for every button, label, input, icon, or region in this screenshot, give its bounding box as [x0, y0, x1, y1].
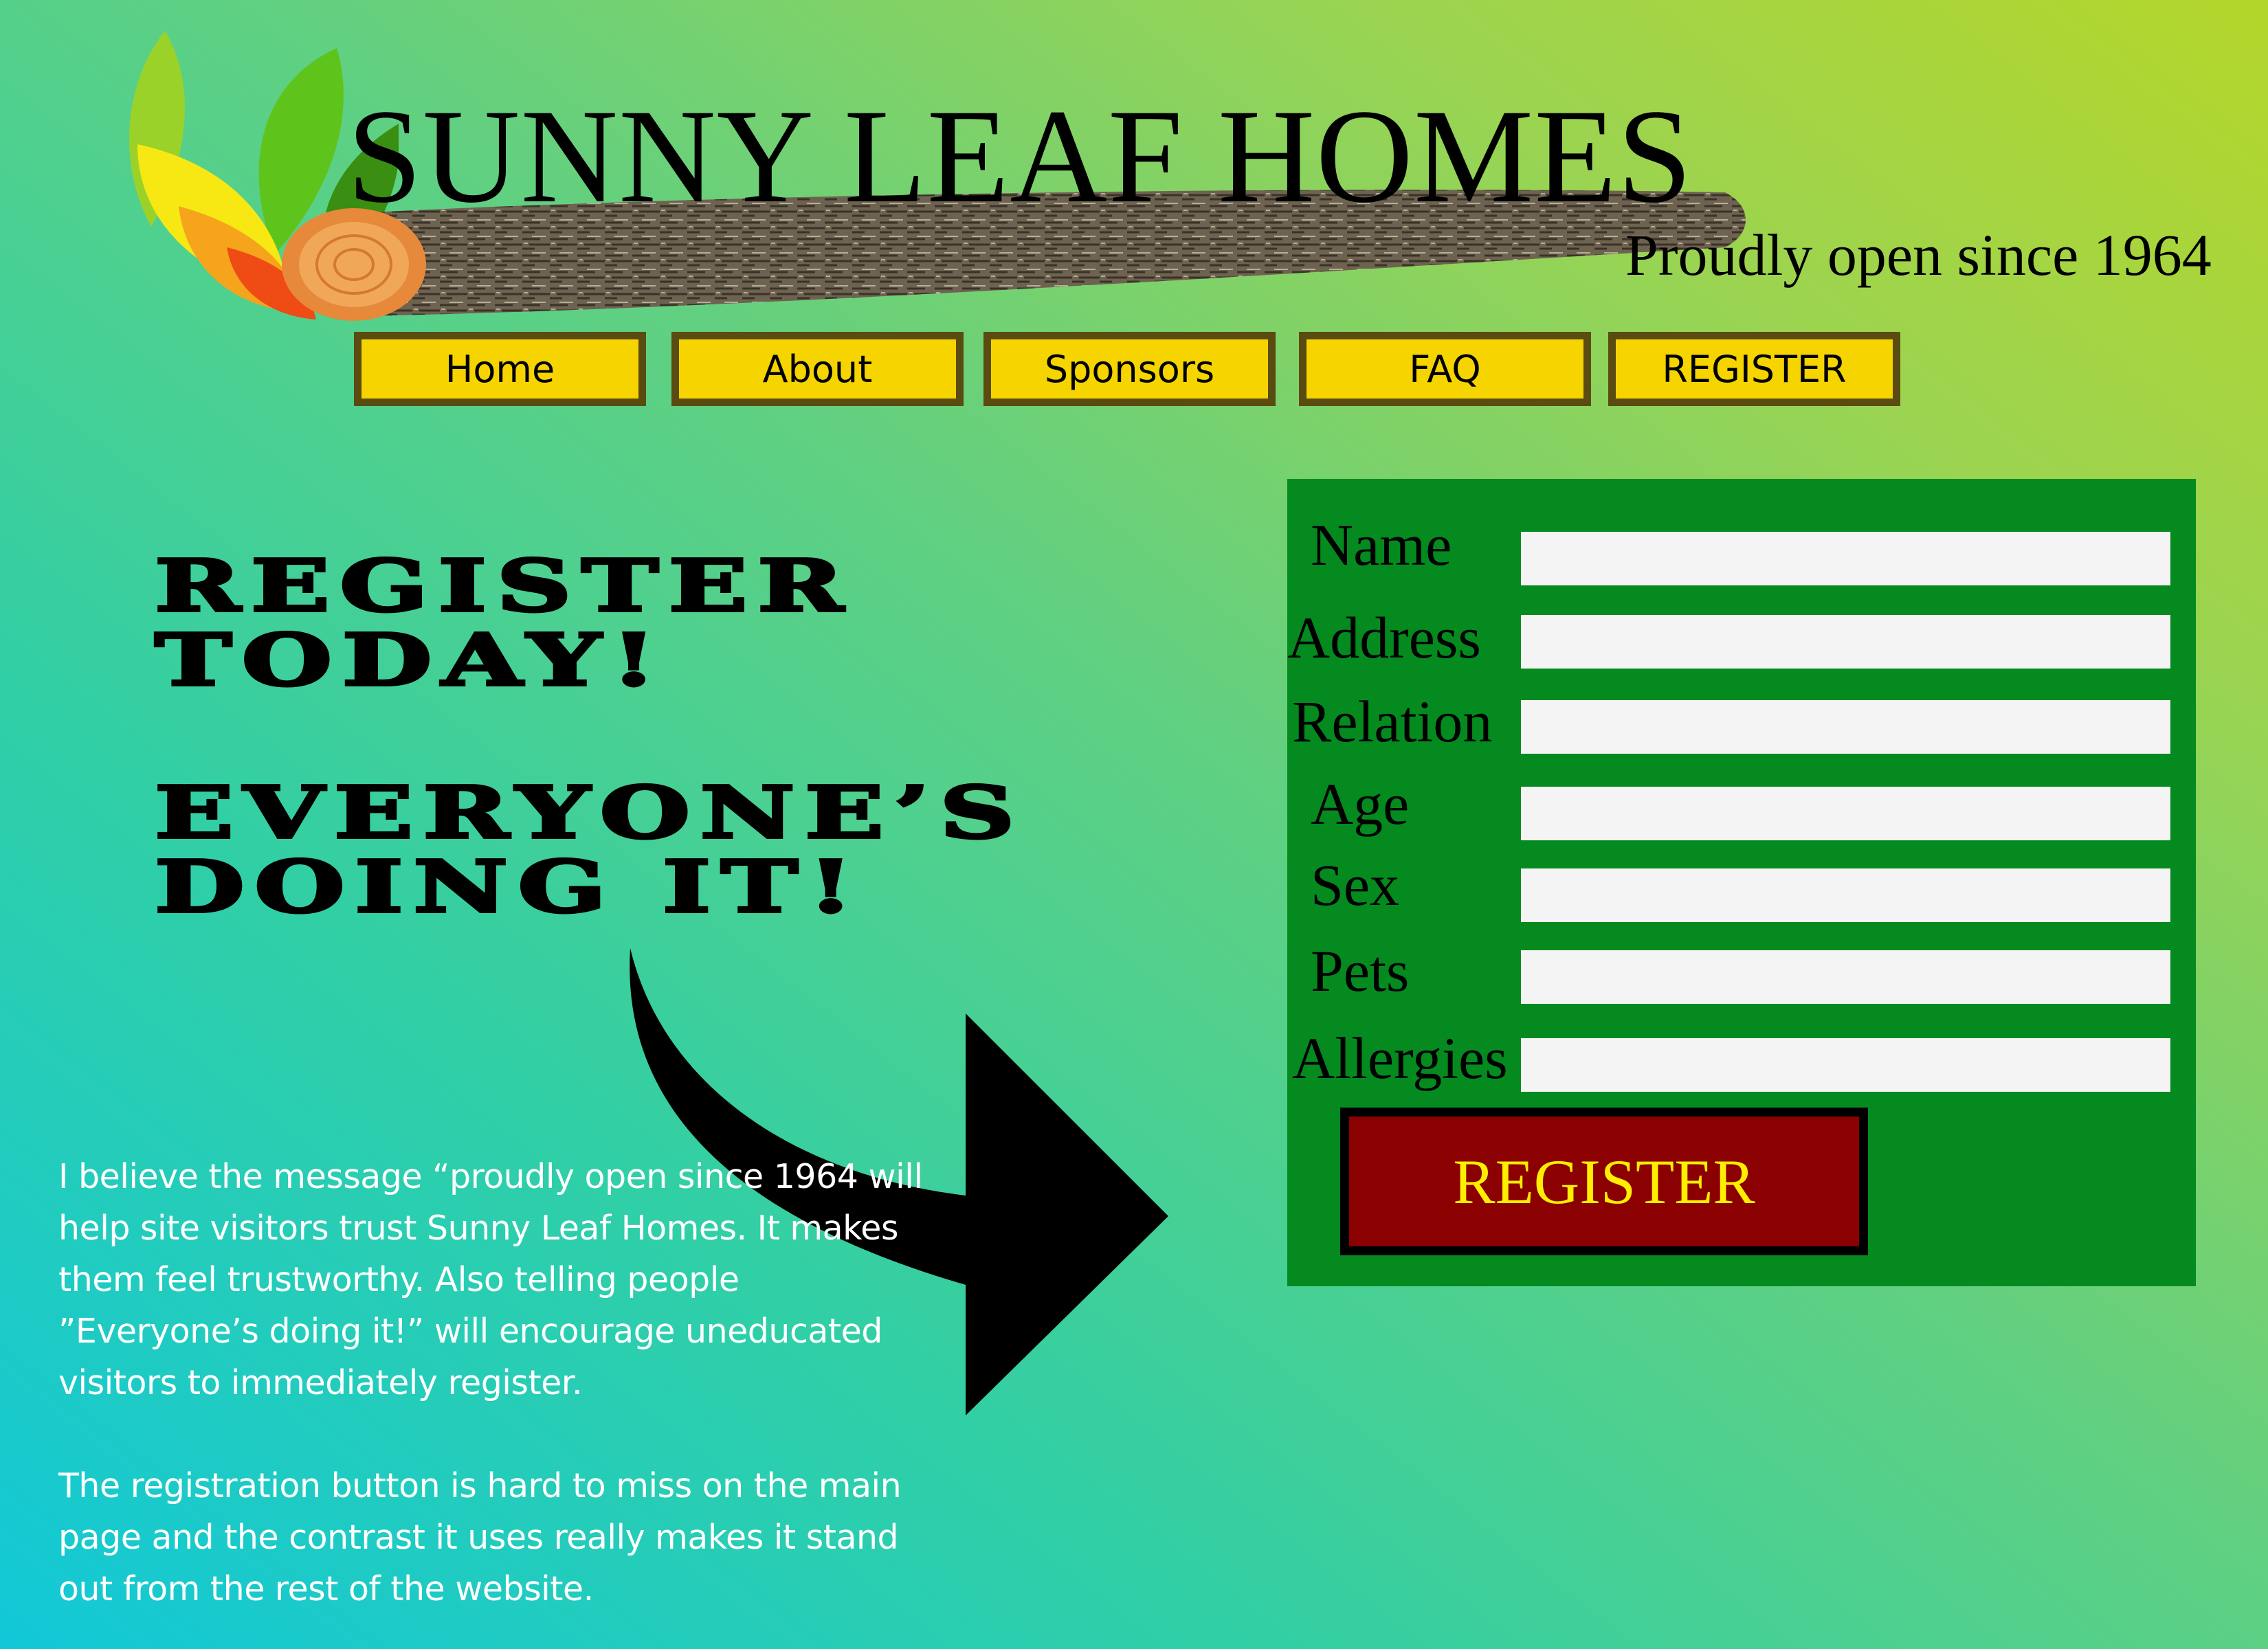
- pets-label: Pets: [1311, 938, 1410, 1004]
- relation-field[interactable]: [1521, 700, 2170, 754]
- register-submit-button[interactable]: REGISTER: [1340, 1108, 1868, 1255]
- sex-label: Sex: [1311, 852, 1399, 918]
- headline-line-4: DOING IT!: [153, 844, 864, 929]
- nav-home-button[interactable]: Home: [354, 332, 646, 406]
- sex-field[interactable]: [1521, 868, 2170, 922]
- headline-line-1: REGISTER: [153, 543, 854, 628]
- address-field[interactable]: [1521, 615, 2170, 669]
- relation-label: Relation: [1292, 688, 1493, 754]
- commentary-paragraph-2: The registration button is hard to miss …: [58, 1466, 902, 1608]
- allergies-field[interactable]: [1521, 1038, 2170, 1092]
- name-label: Name: [1311, 512, 1452, 578]
- nav-about-button[interactable]: About: [671, 332, 964, 406]
- commentary-text: I believe the message “proudly open sinc…: [58, 1151, 938, 1615]
- pets-field[interactable]: [1521, 950, 2170, 1004]
- allergies-label: Allergies: [1292, 1025, 1508, 1091]
- nav-sponsors-button[interactable]: Sponsors: [983, 332, 1276, 406]
- nav-faq-button[interactable]: FAQ: [1299, 332, 1591, 406]
- site-title: SUNNY LEAF HOMES: [347, 82, 1693, 231]
- tagline: Proudly open since 1964: [1625, 222, 2212, 288]
- nav-register-button[interactable]: REGISTER: [1608, 332, 1900, 406]
- headline-line-3: EVERYONE’S: [153, 770, 1025, 855]
- registration-form: Name Address Relation Age Sex Pets Aller…: [1287, 479, 2196, 1286]
- commentary-paragraph-1: I believe the message “proudly open sinc…: [58, 1157, 923, 1402]
- headline-line-2: TODAY!: [153, 618, 667, 702]
- name-field[interactable]: [1521, 532, 2170, 585]
- age-field[interactable]: [1521, 787, 2170, 840]
- address-label: Address: [1287, 605, 1481, 671]
- age-label: Age: [1311, 771, 1410, 837]
